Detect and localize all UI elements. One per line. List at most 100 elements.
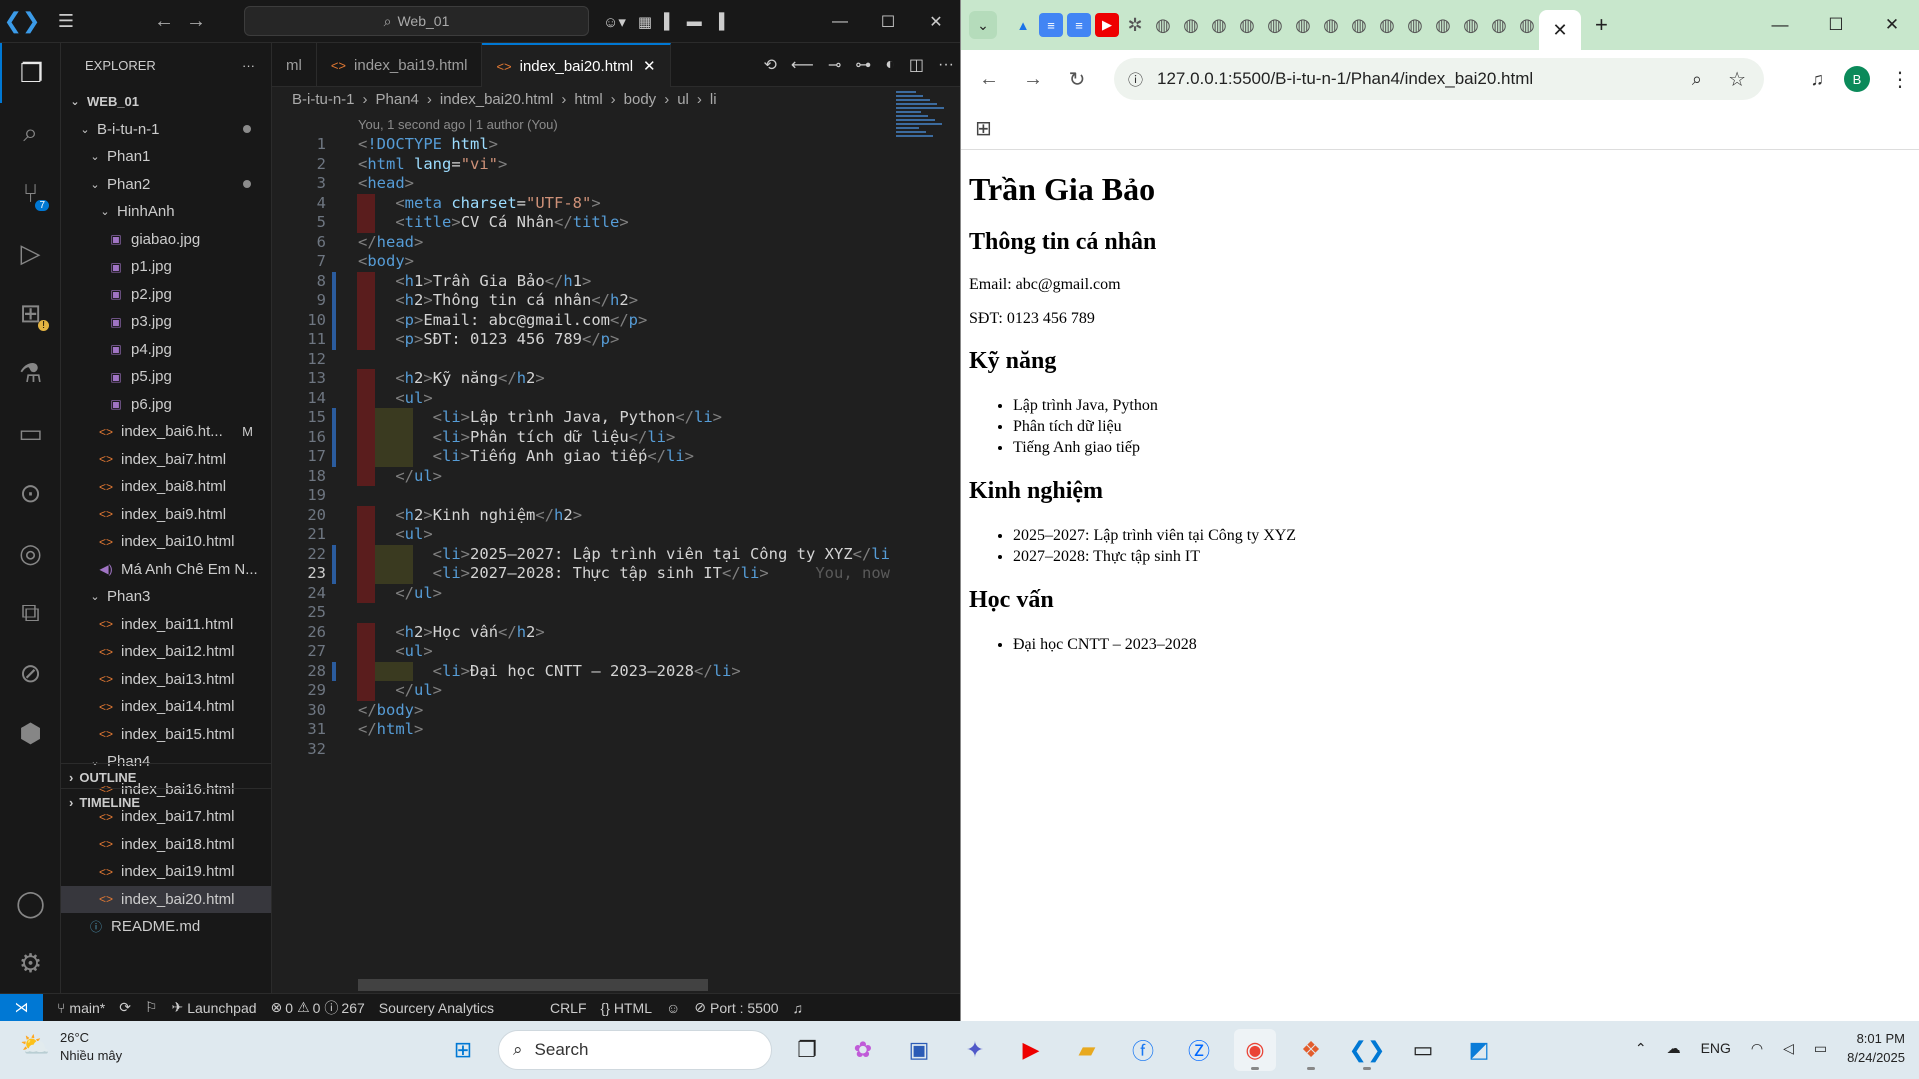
chatgpt-tab-icon[interactable]: ✲	[1123, 13, 1147, 37]
taskbar-search[interactable]: ⌕ Search	[498, 1030, 772, 1070]
file-explorer-icon[interactable]: ▰	[1066, 1029, 1108, 1071]
code-line[interactable]: <meta charset="UTF-8">	[358, 194, 600, 214]
chatgpt-tab-icon[interactable]: ◍	[1151, 13, 1175, 37]
store-icon[interactable]: ▣	[898, 1029, 940, 1071]
tree-item[interactable]: ⌄ B-i-tu-n-1	[61, 116, 271, 144]
zoom-icon[interactable]: ⌕	[1692, 69, 1702, 90]
code-line[interactable]: <h2>Học vấn</h2>	[358, 623, 544, 643]
tree-item[interactable]: <> index_bai20.html	[61, 885, 271, 913]
code-line[interactable]: <html lang="vi">	[358, 155, 507, 175]
active-tab-close-icon[interactable]: ✕	[1539, 10, 1581, 50]
chatgpt-tab-icon[interactable]: ◍	[1263, 13, 1287, 37]
chatgpt-tab-icon[interactable]: ◍	[1207, 13, 1231, 37]
warnings-count[interactable]: 0	[313, 1000, 321, 1016]
chrome-app-icon[interactable]: ◉	[1234, 1029, 1276, 1071]
start-icon[interactable]: ⊞	[442, 1029, 484, 1071]
battery-icon[interactable]: ▭	[1814, 1040, 1827, 1057]
tree-item[interactable]: <> index_bai18.html	[61, 831, 271, 859]
tree-item[interactable]: <> index_bai9.html	[61, 501, 271, 529]
chatgpt-tab-icon[interactable]: ◍	[1459, 13, 1483, 37]
facebook-icon[interactable]: ⓕ	[1122, 1029, 1164, 1071]
sync-icon[interactable]: ⟳	[119, 999, 131, 1016]
task-view-icon[interactable]: ❐	[786, 1029, 828, 1071]
code-line[interactable]: <body>	[358, 252, 414, 272]
breadcrumb-item[interactable]: li	[710, 91, 717, 108]
forward-icon[interactable]: →	[180, 10, 212, 33]
horizontal-scrollbar[interactable]	[358, 979, 708, 991]
copilot-app-icon[interactable]: ✿	[842, 1029, 884, 1071]
remote-indicator-icon[interactable]: ⋊	[0, 993, 43, 1022]
docs-tab-icon[interactable]: ≡	[1067, 13, 1091, 37]
explorer-icon[interactable]: ❐	[0, 43, 61, 103]
chatgpt-tab-icon[interactable]: ◍	[1487, 13, 1511, 37]
layout-icon[interactable]: ▦	[638, 13, 652, 31]
volume-icon[interactable]: ◁	[1783, 1040, 1794, 1057]
tree-item[interactable]: ⌄ Phan2	[61, 171, 271, 199]
docs-tab-icon[interactable]: ≡	[1039, 13, 1063, 37]
photos-icon[interactable]: ◩	[1458, 1029, 1500, 1071]
code-line[interactable]: <li>2025–2027: Lập trình viên tại Công t…	[358, 545, 900, 565]
wifi-icon[interactable]: ◠	[1751, 1040, 1763, 1057]
tree-item[interactable]: <> index_bai14.html	[61, 693, 271, 721]
timeline-section[interactable]: › TIMELINE	[61, 788, 272, 815]
code-line[interactable]: </ul>	[358, 467, 442, 487]
folder-icon[interactable]: ▭	[0, 403, 61, 463]
editor-tab[interactable]: <> index_bai20.html ✕	[482, 43, 671, 87]
youtube-app-icon[interactable]: ▶	[1010, 1029, 1052, 1071]
site-info-icon[interactable]: ⓘ	[1128, 69, 1143, 90]
account-icon[interactable]: ◯	[0, 873, 61, 933]
tree-item[interactable]: ⌄ Phan1	[61, 143, 271, 171]
language-indicator[interactable]: ENG	[1701, 1040, 1731, 1056]
chatgpt-tab-icon[interactable]: ◍	[1179, 13, 1203, 37]
apps-grid-icon[interactable]: ⊞	[975, 116, 992, 141]
tree-item[interactable]: ▣ p5.jpg	[61, 363, 271, 391]
code-line[interactable]: <li>Phân tích dữ liệu</li>	[358, 428, 676, 448]
copilot-status-icon[interactable]: ☺	[666, 1000, 680, 1016]
source-control-icon[interactable]: ⑂ 7	[0, 163, 61, 223]
drive-tab-icon[interactable]: ▲	[1011, 13, 1035, 37]
tree-item[interactable]: ▣ p1.jpg	[61, 253, 271, 281]
close-icon[interactable]: ✕	[912, 0, 960, 43]
code-line[interactable]: <h2>Kinh nghiệm</h2>	[358, 506, 582, 526]
tree-item[interactable]: ⌄ HinhAnh	[61, 198, 271, 226]
breadcrumb-item[interactable]: body	[624, 91, 657, 108]
chrome-menu-icon[interactable]: ⋮	[1890, 67, 1910, 92]
tree-item[interactable]: ▣ p2.jpg	[61, 281, 271, 309]
code-line[interactable]: <head>	[358, 174, 414, 194]
address-bar[interactable]: ⓘ 127.0.0.1:5500/B-i-tu-n-1/Phan4/index_…	[1114, 58, 1764, 100]
code-line[interactable]: <li>Đại học CNTT – 2023–2028</li>	[358, 662, 741, 682]
toggle-secondary-sidebar-icon[interactable]: ▐	[714, 13, 725, 30]
code-line[interactable]: <ul>	[358, 525, 432, 545]
bookmark-star-icon[interactable]: ☆	[1728, 67, 1746, 92]
copilot-icon[interactable]: ☺▾	[603, 13, 626, 31]
notifications-icon[interactable]: ♫	[793, 1000, 804, 1016]
tree-item[interactable]: <> index_bai15.html	[61, 721, 271, 749]
code-line[interactable]: </ul>	[358, 584, 442, 604]
tree-item[interactable]: <> index_bai6.ht... M	[61, 418, 271, 446]
code-line[interactable]: <h2>Kỹ năng</h2>	[358, 369, 544, 389]
zalo-icon[interactable]: Ⓩ	[1178, 1029, 1220, 1071]
code-line[interactable]: <p>SĐT: 0123 456 789</p>	[358, 330, 619, 350]
minimap[interactable]	[890, 87, 960, 993]
commit-next-icon[interactable]: ⊶	[855, 55, 871, 75]
search-view-icon[interactable]: ⌕	[0, 103, 61, 163]
avatar[interactable]: B	[1844, 66, 1870, 92]
outline-section[interactable]: › OUTLINE	[61, 763, 272, 790]
close-icon[interactable]: ✕	[1864, 0, 1919, 50]
code-line[interactable]: </head>	[358, 233, 423, 253]
breadcrumb-item[interactable]: ul	[677, 91, 689, 108]
git-lens-icon[interactable]: ⚐	[145, 999, 158, 1016]
maximize-icon[interactable]: ☐	[1808, 0, 1864, 50]
chatgpt-tab-icon[interactable]: ◍	[1403, 13, 1427, 37]
port-label[interactable]: Port : 5500	[710, 1000, 779, 1016]
command-center[interactable]: ⌕ Web_01	[244, 6, 589, 36]
tree-item[interactable]: ▣ p4.jpg	[61, 336, 271, 364]
info-count[interactable]: 267	[341, 1000, 364, 1016]
vscode-app-icon[interactable]: ❮❯	[1346, 1029, 1388, 1071]
hexagon-icon[interactable]: ⬢	[0, 703, 61, 763]
terminal-icon[interactable]: ▭	[1402, 1029, 1444, 1071]
editor-tab[interactable]: <> index_bai19.html	[317, 43, 483, 87]
remote-explorer-icon[interactable]: ⊘	[0, 643, 61, 703]
forward-icon[interactable]: →	[1011, 68, 1055, 91]
breadcrumb-item[interactable]: Phan4	[376, 91, 419, 108]
